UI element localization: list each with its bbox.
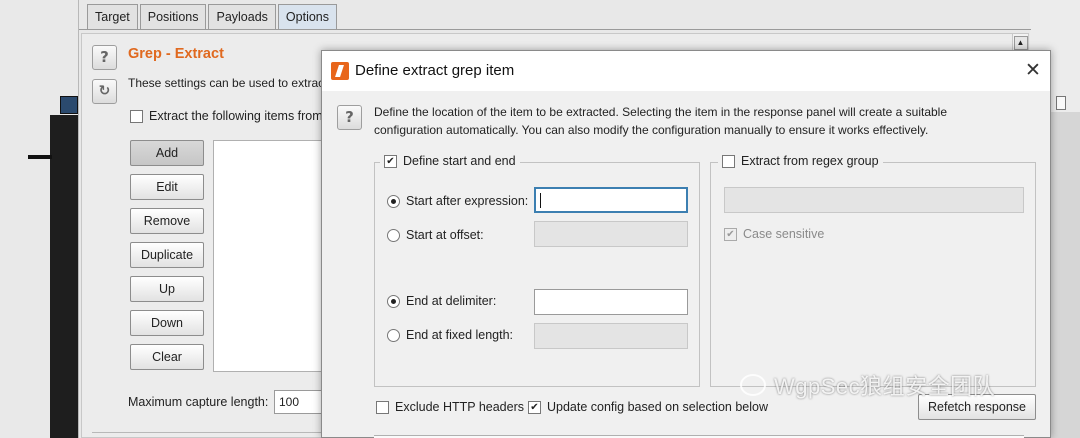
taskbar-app-icon[interactable] xyxy=(60,96,78,114)
wechat-watermark-icon xyxy=(740,374,766,396)
watermark: WgpSec狼组安全团队 xyxy=(740,369,995,401)
edit-button[interactable]: Edit xyxy=(130,174,204,200)
tab-payloads[interactable]: Payloads xyxy=(208,4,276,29)
define-start-end-label: Define start and end xyxy=(403,154,516,168)
up-button[interactable]: Up xyxy=(130,276,204,302)
start-at-offset-label: Start at offset: xyxy=(406,228,484,242)
desktop-dash-mark xyxy=(28,155,52,159)
checkbox-icon xyxy=(376,400,389,414)
tab-divider xyxy=(79,29,1031,30)
tab-options[interactable]: Options xyxy=(277,4,338,29)
checkbox-icon xyxy=(130,109,143,123)
radio-icon xyxy=(387,228,400,242)
fixed-length-input[interactable] xyxy=(534,323,688,349)
define-start-end-checkbox[interactable]: Define start and end xyxy=(380,154,520,168)
clear-button[interactable]: Clear xyxy=(130,344,204,370)
desktop-dark-area xyxy=(50,115,80,438)
close-icon[interactable]: ✕ xyxy=(1022,60,1044,82)
duplicate-button[interactable]: Duplicate xyxy=(130,242,204,268)
checkbox-icon xyxy=(722,154,735,168)
dialog-titlebar[interactable]: Define extract grep item ✕ xyxy=(322,51,1050,91)
help-icon[interactable]: ? xyxy=(92,45,117,70)
window-control-icon[interactable] xyxy=(1056,96,1066,110)
intruder-tabs: Target Positions Payloads Options xyxy=(87,4,339,29)
start-after-expression-label: Start after expression: xyxy=(406,194,529,208)
end-at-delimiter-label: End at delimiter: xyxy=(406,294,497,308)
regex-input[interactable] xyxy=(724,187,1024,213)
start-offset-input[interactable] xyxy=(534,221,688,247)
extract-items-label: Extract the following items from respons… xyxy=(149,109,322,123)
end-at-delimiter-radio[interactable]: End at delimiter: xyxy=(387,294,496,308)
update-config-checkbox[interactable]: Update config based on selection below xyxy=(528,400,768,414)
exclude-http-headers-label: Exclude HTTP headers xyxy=(395,400,524,414)
text-caret xyxy=(540,193,541,208)
start-after-expression-input[interactable] xyxy=(534,187,688,213)
remove-button[interactable]: Remove xyxy=(130,208,204,234)
radio-icon xyxy=(387,328,400,342)
radio-selected-icon xyxy=(387,294,400,308)
grep-extract-description: These settings can be used to extract us… xyxy=(128,76,324,90)
checkbox-checked-icon xyxy=(724,227,737,241)
tab-target[interactable]: Target xyxy=(87,4,138,29)
restore-defaults-icon[interactable]: ↻ xyxy=(92,79,117,104)
tab-positions[interactable]: Positions xyxy=(139,4,207,29)
end-at-fixed-length-radio[interactable]: End at fixed length: xyxy=(387,328,513,342)
extract-regex-checkbox[interactable]: Extract from regex group xyxy=(718,154,883,168)
case-sensitive-label: Case sensitive xyxy=(743,227,825,241)
watermark-text: WgpSec狼组安全团队 xyxy=(774,374,996,399)
checkbox-checked-icon xyxy=(528,400,541,414)
max-capture-label: Maximum capture length: xyxy=(128,395,269,409)
case-sensitive-checkbox[interactable]: Case sensitive xyxy=(724,227,824,241)
dialog-title: Define extract grep item xyxy=(355,62,515,79)
start-after-expression-radio[interactable]: Start after expression: xyxy=(387,194,528,208)
dialog-help-icon[interactable]: ? xyxy=(337,105,362,130)
extract-items-checkbox[interactable]: Extract the following items from respons… xyxy=(130,109,322,123)
start-at-offset-radio[interactable]: Start at offset: xyxy=(387,228,484,242)
end-at-fixed-length-label: End at fixed length: xyxy=(406,328,514,342)
scroll-up-arrow-icon[interactable]: ▲ xyxy=(1013,36,1028,50)
dialog-description: Define the location of the item to be ex… xyxy=(374,105,947,137)
burp-logo-icon xyxy=(331,62,349,80)
radio-selected-icon xyxy=(387,194,400,208)
checkbox-checked-icon xyxy=(384,154,397,168)
exclude-http-headers-checkbox[interactable]: Exclude HTTP headers xyxy=(376,400,524,414)
define-extract-dialog: Define extract grep item ✕ ? Define the … xyxy=(321,50,1051,438)
grep-extract-title: Grep - Extract xyxy=(128,46,224,62)
down-button[interactable]: Down xyxy=(130,310,204,336)
update-config-label: Update config based on selection below xyxy=(547,400,768,414)
extract-regex-label: Extract from regex group xyxy=(741,154,879,168)
add-button[interactable]: Add xyxy=(130,140,204,166)
section-divider xyxy=(92,432,332,433)
end-delimiter-input[interactable] xyxy=(534,289,688,315)
